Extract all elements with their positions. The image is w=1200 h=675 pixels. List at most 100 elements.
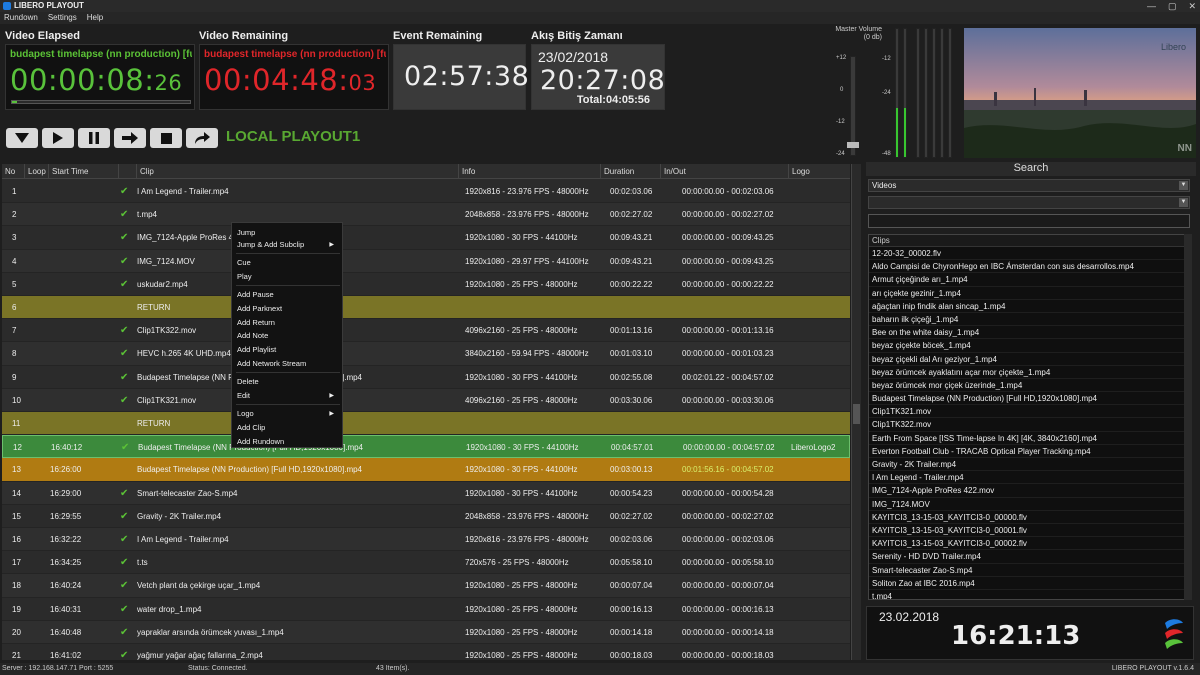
play-button[interactable] — [42, 128, 74, 148]
clip-list-item[interactable]: Serenity - HD DVD Trailer.mp4 — [869, 550, 1189, 564]
table-row[interactable]: 17 16:34:25 ✔ t.ts 720x576 - 25 FPS - 48000H… — [2, 551, 850, 575]
clip-list-item[interactable]: ağaçtan inip findik alan sincap_1.mp4 — [869, 300, 1189, 313]
table-row[interactable]: 14 16:29:00 ✔ Smart-telecaster Zao-S.mp4 192… — [2, 481, 850, 505]
menu-item[interactable]: Add Parknext — [237, 303, 337, 315]
clip-list-item[interactable]: beyaz çiçekli dal Arı geziyor_1.mp4 — [869, 353, 1189, 366]
clip-list-item[interactable]: Earth From Space [ISS Time-lapse In 4K] … — [869, 432, 1189, 445]
col-loop[interactable]: Loop — [24, 164, 48, 179]
clip-list-item[interactable]: KAYITCI3_13-15-03_KAYITCI3-0_00002.flv — [869, 537, 1189, 551]
col-inout[interactable]: In/Out — [660, 164, 788, 179]
clip-list-item[interactable]: Bee on the white daisy_1.mp4 — [869, 326, 1189, 340]
clip-list-item[interactable]: KAYITCI3_13-15-03_KAYITCI3-0_00001.flv — [869, 524, 1189, 538]
clip-list-item[interactable]: Armut çiçeğinde arı_1.mp4 — [869, 273, 1189, 287]
menu-item[interactable]: Add Return — [237, 317, 337, 329]
filter-select[interactable]: ▼ — [868, 196, 1190, 209]
menu-item[interactable]: Logo ▶ — [237, 408, 337, 420]
clip-list-item[interactable]: KAYITCI3_13-15-03_KAYITCI3-0_00000.flv — [869, 511, 1189, 524]
rundown-table: No Loop Start Time Clip Info Duration In… — [2, 164, 850, 660]
menu-item[interactable]: Add Pause — [237, 289, 337, 301]
clip-list-item[interactable]: t.mp4 — [869, 590, 1189, 599]
check-icon: ✔ — [120, 394, 129, 406]
table-row[interactable]: 3 ✔ IMG_7124-Apple ProRes 422.mov 1920x1080… — [2, 226, 850, 250]
cell-duration: 00:02:27.02 — [610, 210, 653, 220]
table-row[interactable]: 19 16:40:31 ✔ water drop_1.mp4 1920x1080 - 2… — [2, 598, 850, 621]
menu-item[interactable]: Edit ▶ — [237, 390, 337, 402]
master-fader-handle[interactable] — [847, 142, 859, 148]
pause-button[interactable] — [78, 128, 110, 148]
table-row[interactable]: 21 16:41:02 ✔ yağmur yağar ağaç fallarına_2… — [2, 644, 850, 660]
stop-button[interactable] — [150, 128, 182, 148]
clip-list-item[interactable]: Smart-telecaster Zao-S.mp4 — [869, 564, 1189, 577]
clip-list-item[interactable]: 12-20-32_00002.flv — [869, 247, 1189, 261]
col-no[interactable]: No — [2, 164, 24, 179]
table-row[interactable]: 13 16:26:00 Budapest Timelapse (NN Product… — [2, 458, 850, 482]
menu-item-label: Cue — [237, 258, 251, 267]
menu-settings[interactable]: Settings — [48, 13, 77, 22]
table-row[interactable]: 18 16:40:24 ✔ Vetch plant da çekirge uçar_1… — [2, 574, 850, 598]
table-row[interactable]: 16 16:32:22 ✔ I Am Legend - Trailer.mp4 1920… — [2, 528, 850, 552]
clip-list-scrollbar[interactable] — [1184, 234, 1192, 600]
minimize-button[interactable]: — — [1147, 0, 1156, 12]
table-row[interactable]: 10 ✔ Clip1TK321.mov 4096x2160 - 25 FPS - 48… — [2, 388, 850, 412]
col-duration[interactable]: Duration — [600, 164, 660, 179]
cell-duration: 00:00:07.04 — [610, 581, 653, 591]
close-button[interactable]: ✕ — [1188, 0, 1196, 12]
master-fader-track[interactable] — [850, 56, 856, 156]
menu-item[interactable]: Jump — [237, 227, 337, 239]
clip-list-item[interactable]: arı çiçekte gezinir_1.mp4 — [869, 287, 1189, 300]
menu-help[interactable]: Help — [87, 13, 103, 22]
clip-list-item[interactable]: Aldo Campisi de ChyronHego en IBC Ámster… — [869, 260, 1189, 274]
eject-down-button[interactable] — [6, 128, 38, 148]
col-start-time[interactable]: Start Time — [48, 164, 118, 179]
table-row[interactable]: 5 ✔ uskudar2.mp4 1920x1080 - 25 FPS - 48000… — [2, 273, 850, 296]
clip-list-item[interactable]: I Am Legend - Trailer.mp4 — [869, 471, 1189, 485]
col-status[interactable] — [118, 164, 136, 179]
menu-item[interactable]: Add Clip — [237, 422, 337, 434]
skip-button[interactable] — [186, 128, 218, 148]
clip-list-item[interactable]: IMG_7124.MOV — [869, 498, 1189, 511]
table-row[interactable]: 4 ✔ IMG_7124.MOV 1920x1080 - 29.97 FPS - 44… — [2, 249, 850, 273]
table-scroll-thumb[interactable] — [853, 404, 860, 424]
table-row[interactable]: 1216:40:12✔Budapest Timelapse (NN Produc… — [2, 435, 850, 459]
menu-item[interactable]: Add Network Stream — [237, 358, 337, 370]
table-row[interactable]: 1 ✔ I Am Legend - Trailer.mp4 1920x816 - 23… — [2, 180, 850, 204]
clip-list-item[interactable]: Clip1TK322.mov — [869, 418, 1189, 432]
clip-list-item[interactable]: Everton Football Club - TRACAB Optical P… — [869, 445, 1189, 458]
cell-start: 16:29:00 — [50, 488, 82, 498]
col-info[interactable]: Info — [458, 164, 600, 179]
window-title: LIBERO PLAYOUT — [14, 1, 84, 10]
table-row[interactable]: 9✔Budapest Timelapse (NN Production) [Fu… — [2, 366, 850, 389]
menu-item[interactable]: Add Playlist — [237, 344, 337, 356]
table-row[interactable]: 7 ✔ Clip1TK322.mov 4096x2160 - 25 FPS - 480… — [2, 319, 850, 343]
cell-inout: 00:00:00.00 - 00:02:03.06 — [682, 535, 774, 544]
menu-item[interactable]: Add Note — [237, 330, 337, 342]
table-row[interactable]: 8 ✔ HEVC h.265 4K UHD.mp4 3840x2160 - 59.94… — [2, 342, 850, 366]
next-button[interactable] — [114, 128, 146, 148]
clip-list-item[interactable]: Budapest Timelapse (NN Production) [Full… — [869, 392, 1189, 406]
clip-list-item[interactable]: Gravity - 2K Trailer.mp4 — [869, 458, 1189, 472]
table-row[interactable]: 20 16:40:48 ✔ yapraklar arsında örümcek yuv… — [2, 620, 850, 644]
menu-item[interactable]: Play — [237, 271, 337, 283]
clip-list-item[interactable]: beyaz çiçekte böcek_1.mp4 — [869, 339, 1189, 353]
clip-list-item[interactable]: Soliton Zao at IBC 2016.mp4 — [869, 577, 1189, 590]
menu-rundown[interactable]: Rundown — [4, 13, 38, 22]
table-scrollbar[interactable] — [851, 164, 861, 660]
category-select[interactable]: Videos ▼ — [868, 179, 1190, 192]
menu-item[interactable]: Cue — [237, 257, 337, 269]
table-row[interactable]: 11 RETURN — [2, 412, 850, 436]
menu-item[interactable]: Delete — [237, 376, 337, 388]
search-input[interactable] — [868, 214, 1190, 228]
clip-list-item[interactable]: beyaz örümcek ayaklatını açar mor çiçekt… — [869, 366, 1189, 379]
table-row[interactable]: 6 RETURN — [2, 296, 850, 320]
clip-list-item[interactable]: Clip1TK321.mov — [869, 405, 1189, 419]
col-clip[interactable]: Clip — [136, 164, 458, 179]
clip-list-item[interactable]: baharın ilk çiçeği_1.mp4 — [869, 313, 1189, 327]
table-row[interactable]: 15 16:29:55 ✔ Gravity - 2K Trailer.mp4 2048x… — [2, 505, 850, 528]
clip-list-item[interactable]: IMG_7124-Apple ProRes 422.mov — [869, 484, 1189, 498]
col-logo[interactable]: Logo — [788, 164, 850, 179]
menu-item[interactable]: Add Rundown — [237, 436, 337, 448]
table-row[interactable]: 2 ✔ t.mp4 2048x858 - 23.976 FPS - 48000Hz 00… — [2, 203, 850, 227]
clip-list-item[interactable]: beyaz örümcek mor çiçek üzerinde_1.mp4 — [869, 379, 1189, 393]
maximize-button[interactable]: ▢ — [1168, 0, 1177, 12]
menu-item[interactable]: Jump & Add Subclip ▶ — [237, 239, 337, 251]
